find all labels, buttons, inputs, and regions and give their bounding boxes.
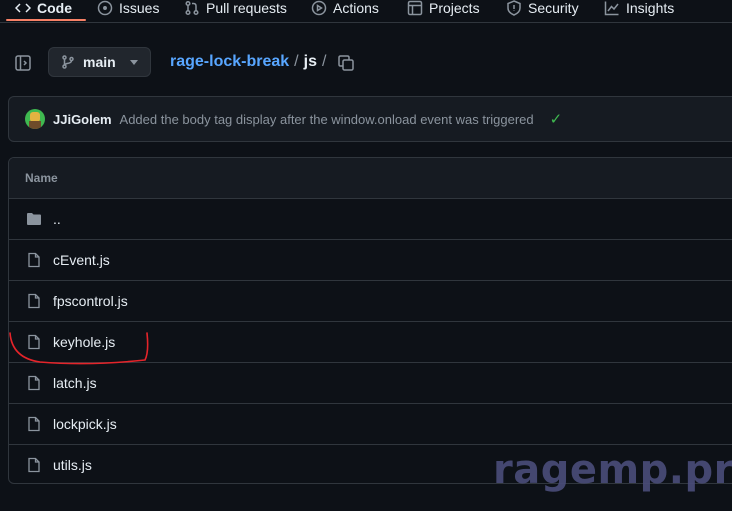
- git-branch-icon: [62, 55, 74, 69]
- table-row[interactable]: cEvent.js: [9, 240, 732, 281]
- tab-label: Actions: [333, 0, 379, 16]
- tab-security[interactable]: Security: [506, 0, 579, 16]
- breadcrumb-separator: /: [294, 53, 299, 70]
- tab-code[interactable]: Code: [15, 0, 72, 16]
- table-row[interactable]: lockpick.js: [9, 404, 732, 445]
- breadcrumb: rage-lock-break / js /: [170, 53, 326, 71]
- chevron-down-icon: [130, 59, 138, 65]
- table-header: Name: [9, 158, 732, 199]
- table-row[interactable]: fpscontrol.js: [9, 281, 732, 322]
- file-list-table: Name .. cEvent.js fpscontrol.js keyhole.…: [8, 157, 732, 484]
- tab-label: Security: [528, 0, 579, 16]
- tab-label: Code: [37, 0, 72, 16]
- breadcrumb-separator: /: [321, 53, 327, 70]
- sidebar-expand-icon: [15, 55, 31, 71]
- tab-pull-requests[interactable]: Pull requests: [184, 0, 287, 16]
- tab-label: Insights: [626, 0, 675, 16]
- copy-icon: [338, 55, 354, 71]
- avatar[interactable]: [25, 109, 45, 129]
- tab-issues[interactable]: Issues: [97, 0, 159, 16]
- tab-insights[interactable]: Insights: [604, 0, 674, 16]
- check-icon[interactable]: ✓: [550, 110, 563, 128]
- table-row[interactable]: keyhole.js: [9, 322, 732, 363]
- file-icon: [28, 252, 40, 268]
- table-row[interactable]: latch.js: [9, 363, 732, 404]
- file-name[interactable]: utils.js: [53, 457, 92, 473]
- file-name[interactable]: fpscontrol.js: [53, 293, 128, 309]
- file-icon: [28, 457, 40, 473]
- file-icon: [28, 416, 40, 432]
- play-icon: [311, 0, 327, 16]
- branch-selector-button[interactable]: main: [48, 47, 151, 77]
- tab-label: Pull requests: [206, 0, 287, 16]
- pull-request-icon: [185, 0, 199, 16]
- tab-actions[interactable]: Actions: [311, 0, 379, 16]
- issue-icon: [97, 0, 113, 16]
- tab-label: Projects: [429, 0, 480, 16]
- branch-name: main: [83, 54, 116, 70]
- shield-icon: [507, 0, 521, 16]
- file-icon: [28, 375, 40, 391]
- file-tree-toggle-button[interactable]: [14, 54, 32, 72]
- table-row-parent-dir[interactable]: ..: [9, 199, 732, 240]
- watermark: ragemp.pro: [493, 447, 732, 493]
- tab-projects[interactable]: Projects: [407, 0, 480, 16]
- breadcrumb-current-dir: js: [303, 53, 317, 70]
- file-name[interactable]: latch.js: [53, 375, 97, 391]
- file-icon: [28, 334, 40, 350]
- commit-author[interactable]: JJiGolem: [53, 112, 112, 127]
- folder-icon: [27, 213, 41, 225]
- file-name[interactable]: ..: [53, 211, 61, 227]
- latest-commit-bar: JJiGolem Added the body tag display afte…: [8, 96, 732, 142]
- graph-icon: [604, 1, 619, 16]
- file-icon: [28, 293, 40, 309]
- breadcrumb-repo-link[interactable]: rage-lock-break: [170, 53, 289, 71]
- commit-message[interactable]: Added the body tag display after the win…: [120, 112, 534, 127]
- file-name[interactable]: keyhole.js: [53, 334, 115, 350]
- column-header-name: Name: [25, 171, 58, 185]
- code-icon: [15, 3, 31, 13]
- copy-path-button[interactable]: [337, 54, 355, 72]
- table-icon: [407, 0, 423, 16]
- active-tab-indicator: [6, 19, 86, 21]
- tab-label: Issues: [119, 0, 160, 16]
- repo-nav: Code Issues Pull requests Actions Projec…: [0, 0, 732, 23]
- file-name[interactable]: cEvent.js: [53, 252, 110, 268]
- file-name[interactable]: lockpick.js: [53, 416, 117, 432]
